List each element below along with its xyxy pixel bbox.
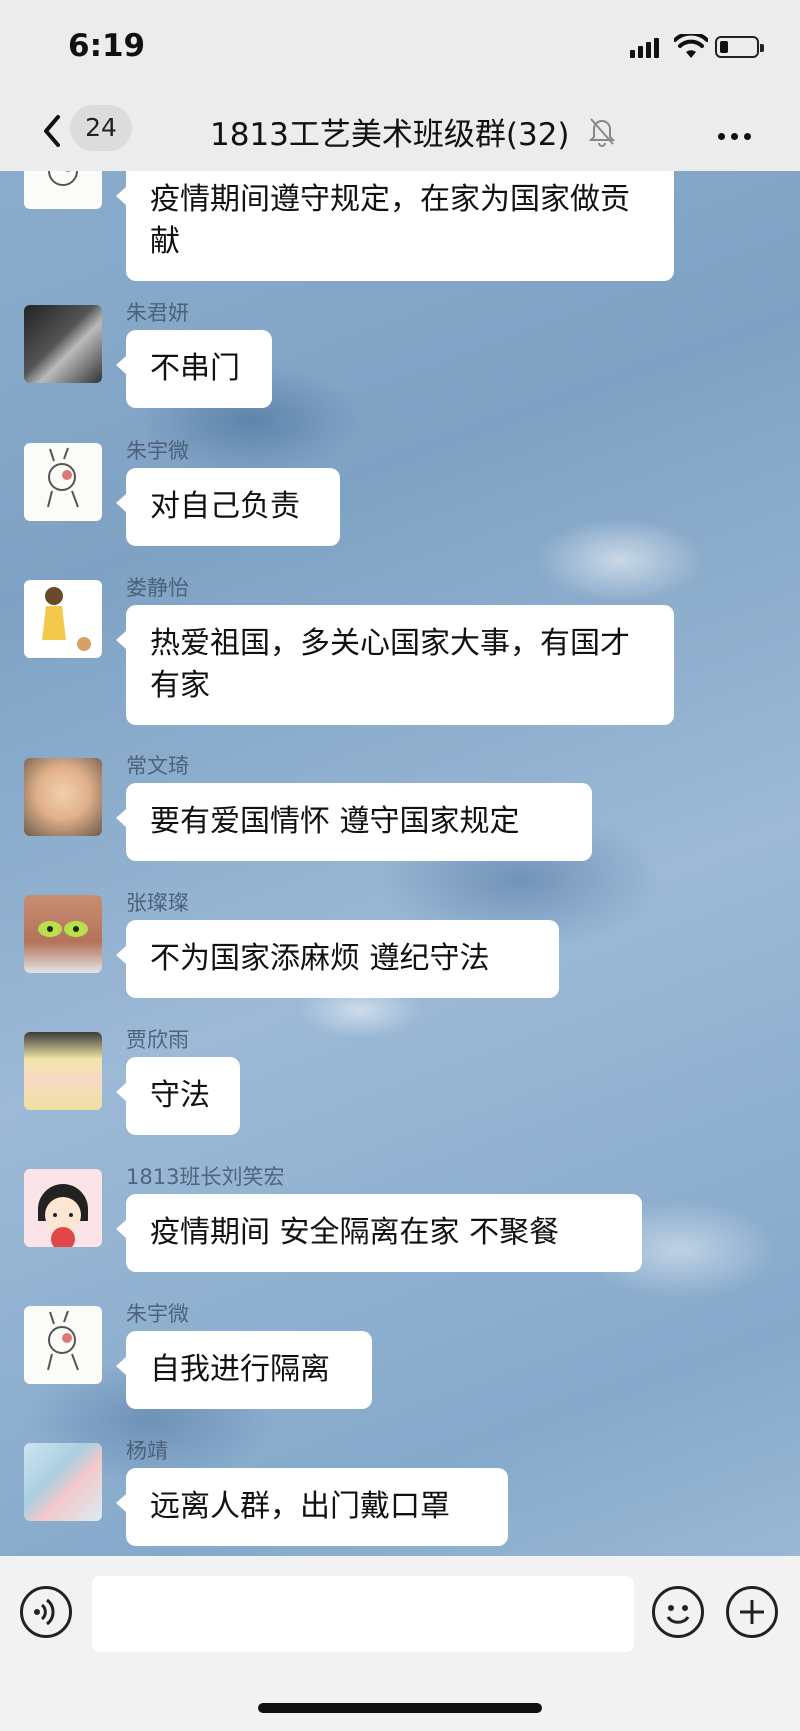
more-options-icon[interactable] xyxy=(718,125,758,140)
page-title: 1813工艺美术班级群(32) xyxy=(210,117,570,153)
avatar[interactable] xyxy=(24,1169,102,1247)
status-time: 6:19 xyxy=(68,28,146,64)
status-bar: 6:19 xyxy=(0,0,800,95)
message-bubble[interactable]: 疫情期间遵守规定，在家为国家做贡献 xyxy=(116,171,674,281)
home-indicator xyxy=(258,1703,542,1713)
sender-name: 贾欣雨 xyxy=(126,1028,189,1052)
message-list: 疫情期间遵守规定，在家为国家做贡献 朱君妍 不串门 朱宇微 对自己负责 娄静怡 … xyxy=(0,171,800,1556)
unread-count-badge[interactable]: 24 xyxy=(70,105,132,151)
message-bubble[interactable]: 疫情期间 安全隔离在家 不聚餐 xyxy=(116,1194,642,1272)
sender-name: 朱宇微 xyxy=(126,1302,189,1326)
avatar[interactable] xyxy=(24,1306,102,1384)
mute-bell-icon xyxy=(588,118,616,147)
sender-name: 1813班长刘笑宏 xyxy=(126,1165,285,1189)
plus-icon[interactable] xyxy=(726,1586,778,1638)
message-bubble[interactable]: 不为国家添麻烦 遵纪守法 xyxy=(116,920,559,998)
sender-name: 张璨璨 xyxy=(126,891,189,915)
sender-name: 朱宇微 xyxy=(126,439,189,463)
message-bubble[interactable]: 守法 xyxy=(116,1057,240,1135)
sender-name: 朱君妍 xyxy=(126,301,189,325)
sender-name: 娄静怡 xyxy=(126,576,189,600)
sender-name: 杨靖 xyxy=(126,1439,168,1463)
avatar[interactable] xyxy=(24,1443,102,1521)
avatar[interactable] xyxy=(24,580,102,658)
chat-header: 24 1813工艺美术班级群(32) xyxy=(0,95,800,171)
sender-name: 常文琦 xyxy=(126,754,189,778)
battery-icon xyxy=(715,36,764,58)
avatar[interactable] xyxy=(24,305,102,383)
voice-input-icon[interactable] xyxy=(20,1586,72,1638)
input-bar xyxy=(0,1556,800,1731)
message-bubble[interactable]: 远离人群，出门戴口罩 xyxy=(116,1468,508,1546)
avatar[interactable] xyxy=(24,895,102,973)
message-bubble[interactable]: 要有爱国情怀 遵守国家规定 xyxy=(116,783,592,861)
back-chevron-icon[interactable] xyxy=(34,109,74,153)
wifi-icon xyxy=(674,34,708,58)
avatar[interactable] xyxy=(24,171,102,209)
avatar[interactable] xyxy=(24,758,102,836)
message-bubble[interactable]: 自我进行隔离 xyxy=(116,1331,372,1409)
message-bubble[interactable]: 对自己负责 xyxy=(116,468,340,546)
emoji-icon[interactable] xyxy=(652,1586,704,1638)
avatar[interactable] xyxy=(24,1032,102,1110)
message-input[interactable] xyxy=(92,1576,634,1652)
signal-icon xyxy=(630,38,662,58)
message-bubble[interactable]: 热爱祖国，多关心国家大事，有国才有家 xyxy=(116,605,674,725)
avatar[interactable] xyxy=(24,443,102,521)
message-bubble[interactable]: 不串门 xyxy=(116,330,272,408)
